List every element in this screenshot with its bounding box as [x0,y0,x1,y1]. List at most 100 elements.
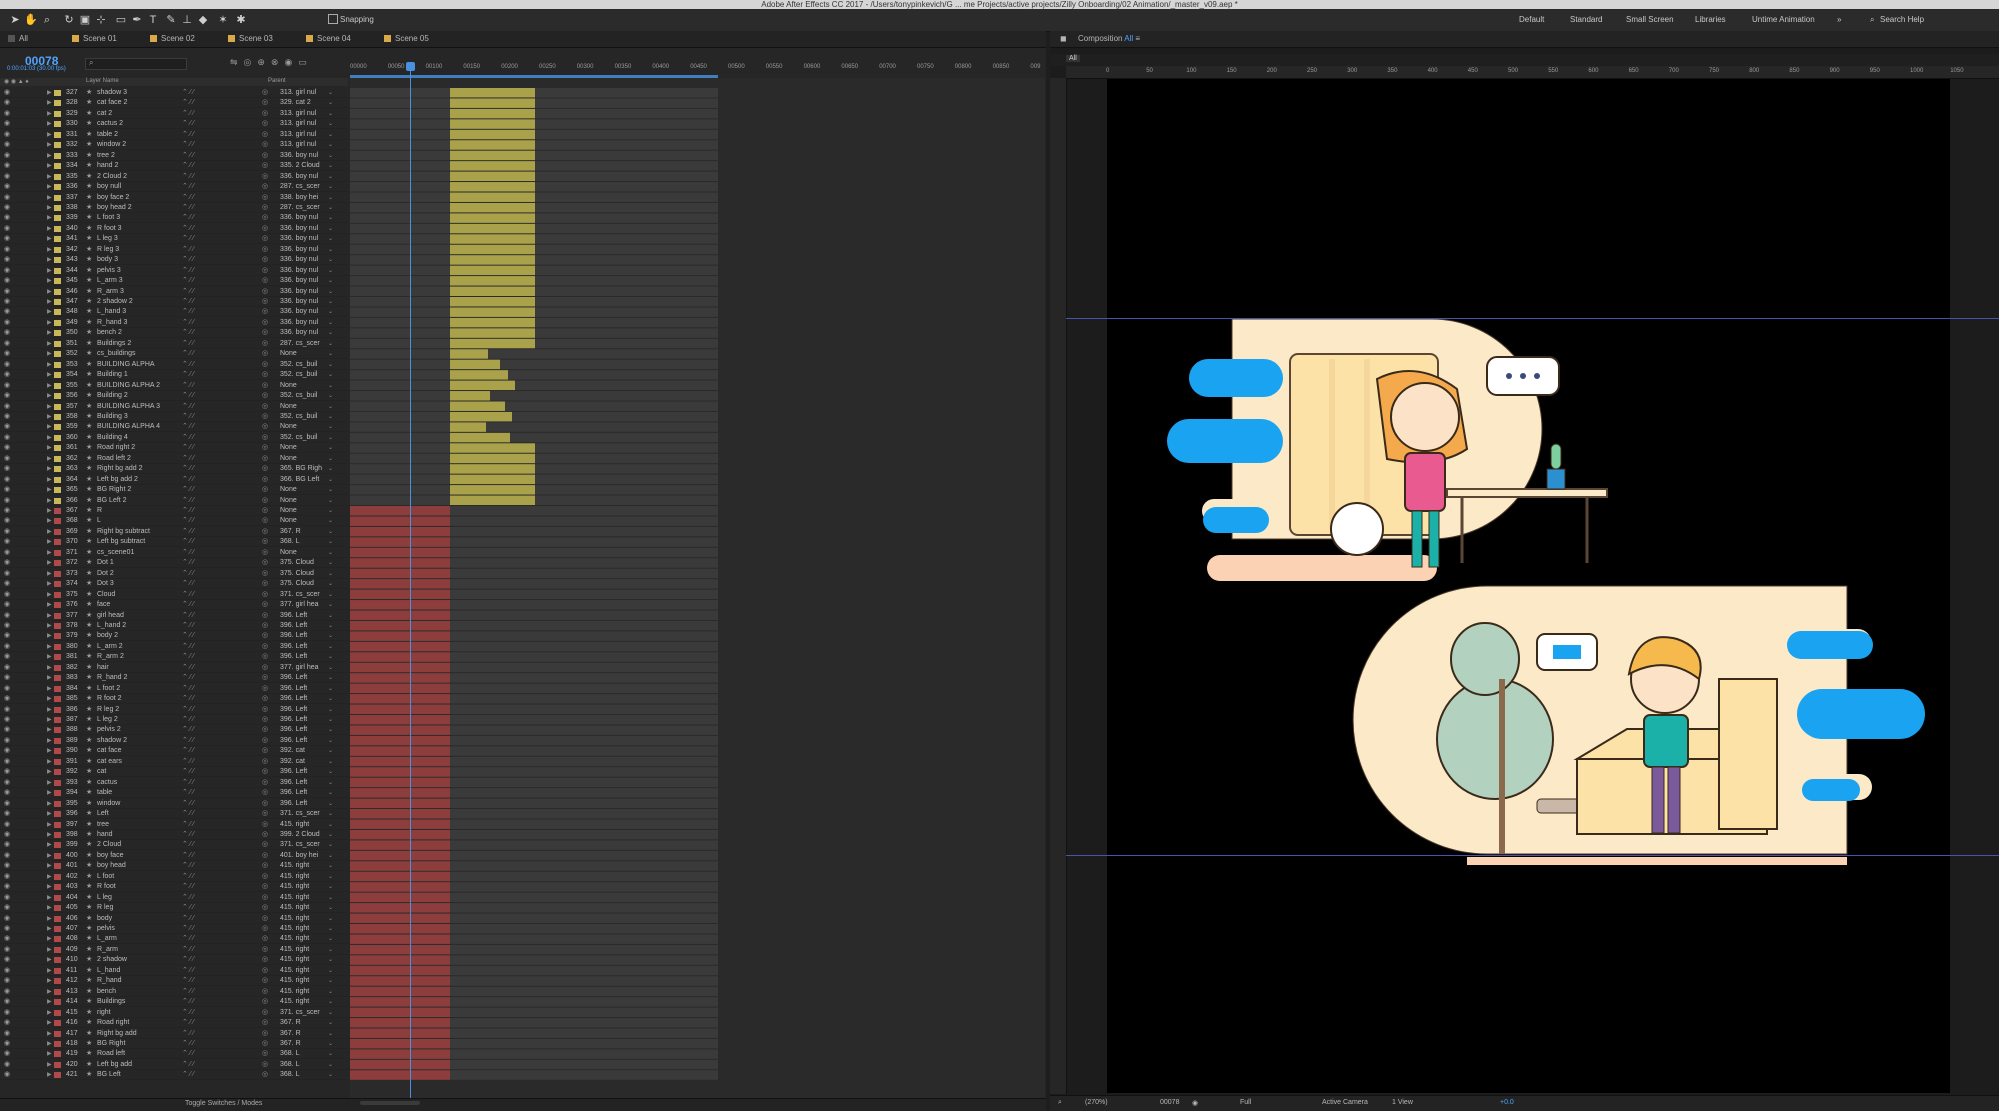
parent-header[interactable]: Parent [268,78,286,84]
visibility-eye-icon[interactable]: ◉ [4,349,10,359]
pick-whip-icon[interactable]: ◎ [262,161,268,171]
expand-triangle-icon[interactable]: ▶ [47,475,52,485]
visibility-eye-icon[interactable]: ◉ [4,705,10,715]
pick-whip-icon[interactable]: ◎ [262,381,268,391]
layer-name[interactable]: Road left [97,1049,182,1059]
layer-switches[interactable]: ⌃ ⁄ ⁄ [182,412,194,422]
chevron-down-icon[interactable]: ⌄ [328,527,333,537]
visibility-eye-icon[interactable]: ◉ [4,1060,10,1070]
visibility-eye-icon[interactable]: ◉ [4,287,10,297]
label-color-swatch[interactable] [54,1051,61,1058]
pick-whip-icon[interactable]: ◎ [262,945,268,955]
layer-row[interactable]: ◉ ▶ 401 ★ boy head ⌃ ⁄ ⁄ ◎ 415. right ⌄ [0,861,348,872]
expand-triangle-icon[interactable]: ▶ [47,809,52,819]
chevron-down-icon[interactable]: ⌄ [328,694,333,704]
visibility-eye-icon[interactable]: ◉ [4,934,10,944]
expand-triangle-icon[interactable]: ▶ [47,130,52,140]
expand-triangle-icon[interactable]: ▶ [47,203,52,213]
label-color-swatch[interactable] [54,915,61,922]
layer-name[interactable]: cat face [97,746,182,756]
resolution-select[interactable]: Full [1240,1099,1251,1106]
label-color-swatch[interactable] [54,602,61,609]
chevron-down-icon[interactable]: ⌄ [328,339,333,349]
layer-row[interactable]: ◉ ▶ 364 ★ Left bg add 2 ⌃ ⁄ ⁄ ◎ 366. BG Left ⌄ [0,475,348,485]
layer-switches[interactable]: ⌃ ⁄ ⁄ [182,924,194,934]
label-color-swatch[interactable] [54,173,61,180]
horizontal-guide[interactable] [1066,855,1999,856]
visibility-eye-icon[interactable]: ◉ [4,872,10,882]
layer-name[interactable]: BUILDING ALPHA 3 [97,402,182,412]
visibility-eye-icon[interactable]: ◉ [4,496,10,506]
pick-whip-icon[interactable]: ◎ [262,276,268,286]
visibility-eye-icon[interactable]: ◉ [4,130,10,140]
pick-whip-icon[interactable]: ◎ [262,705,268,715]
pick-whip-icon[interactable]: ◎ [262,297,268,307]
pick-whip-icon[interactable]: ◎ [262,349,268,359]
pick-whip-icon[interactable]: ◎ [262,820,268,830]
layer-switches[interactable]: ⌃ ⁄ ⁄ [182,600,194,610]
chevron-down-icon[interactable]: ⌄ [328,579,333,589]
visibility-eye-icon[interactable]: ◉ [4,161,10,171]
layer-name[interactable]: cs_scene01 [97,548,182,558]
chevron-down-icon[interactable]: ⌄ [328,245,333,255]
expand-triangle-icon[interactable]: ▶ [47,705,52,715]
pick-whip-icon[interactable]: ◎ [262,328,268,338]
layer-name[interactable]: R_arm 2 [97,652,182,662]
visibility-eye-icon[interactable]: ◉ [4,464,10,474]
current-time-indicator[interactable] [410,62,411,1098]
layer-row[interactable]: ◉ ▶ 399 ★ 2 Cloud ⌃ ⁄ ⁄ ◎ 371. cs_scer ⌄ [0,840,348,851]
visibility-eye-icon[interactable]: ◉ [4,234,10,244]
pick-whip-icon[interactable]: ◎ [262,151,268,161]
layer-switches[interactable]: ⌃ ⁄ ⁄ [182,945,194,955]
layer-name[interactable]: tree [97,820,182,830]
layer-switches[interactable]: ⌃ ⁄ ⁄ [182,809,194,819]
layer-switches[interactable]: ⌃ ⁄ ⁄ [182,997,194,1007]
chevron-down-icon[interactable]: ⌄ [328,506,333,516]
chevron-down-icon[interactable]: ⌄ [328,642,333,652]
visibility-eye-icon[interactable]: ◉ [4,997,10,1007]
chevron-down-icon[interactable]: ⌄ [328,924,333,934]
pick-whip-icon[interactable]: ◎ [262,130,268,140]
expand-triangle-icon[interactable]: ▶ [47,945,52,955]
layer-name[interactable]: face [97,600,182,610]
layer-name[interactable]: BG Right 2 [97,485,182,495]
visibility-eye-icon[interactable]: ◉ [4,1008,10,1018]
chevron-down-icon[interactable]: ⌄ [328,861,333,871]
label-color-swatch[interactable] [54,727,61,734]
layer-row[interactable]: ◉ ▶ 365 ★ BG Right 2 ⌃ ⁄ ⁄ ◎ None ⌄ [0,485,348,496]
chevron-down-icon[interactable]: ⌄ [328,454,333,464]
layer-row[interactable]: ◉ ▶ 346 ★ R_arm 3 ⌃ ⁄ ⁄ ◎ 336. boy nul ⌄ [0,287,348,297]
visibility-eye-icon[interactable]: ◉ [4,684,10,694]
layer-row[interactable]: ◉ ▶ 327 ★ shadow 3 ⌃ ⁄ ⁄ ◎ 313. girl nul ⌄ [0,88,348,98]
label-color-swatch[interactable] [54,476,61,483]
visibility-eye-icon[interactable]: ◉ [4,98,10,108]
expand-triangle-icon[interactable]: ▶ [47,673,52,683]
layer-name[interactable]: cat face 2 [97,98,182,108]
expand-triangle-icon[interactable]: ▶ [47,172,52,182]
expand-triangle-icon[interactable]: ▶ [47,715,52,725]
pick-whip-icon[interactable]: ◎ [262,516,268,526]
visibility-eye-icon[interactable]: ◉ [4,475,10,485]
layer-switches[interactable]: ⌃ ⁄ ⁄ [182,475,194,485]
visibility-eye-icon[interactable]: ◉ [4,276,10,286]
chevron-down-icon[interactable]: ⌄ [328,548,333,558]
visibility-eye-icon[interactable]: ◉ [4,433,10,443]
layer-switches[interactable]: ⌃ ⁄ ⁄ [182,987,194,997]
chevron-down-icon[interactable]: ⌄ [328,1070,333,1080]
label-color-swatch[interactable] [54,1030,61,1037]
label-color-swatch[interactable] [54,299,61,305]
layer-row[interactable]: ◉ ▶ 415 ★ right ⌃ ⁄ ⁄ ◎ 371. cs_scer ⌄ [0,1008,348,1018]
pick-whip-icon[interactable]: ◎ [262,98,268,108]
layer-name[interactable]: Dot 3 [97,579,182,589]
layer-name[interactable]: Dot 1 [97,558,182,568]
pick-whip-icon[interactable]: ◎ [262,1070,268,1080]
visibility-eye-icon[interactable]: ◉ [4,569,10,579]
layer-switches[interactable]: ⌃ ⁄ ⁄ [182,955,194,965]
layer-row[interactable]: ◉ ▶ 395 ★ window ⌃ ⁄ ⁄ ◎ 396. Left ⌄ [0,799,348,809]
expand-triangle-icon[interactable]: ▶ [47,140,52,150]
chevron-down-icon[interactable]: ⌄ [328,297,333,307]
layer-switches[interactable]: ⌃ ⁄ ⁄ [182,172,194,182]
visibility-eye-icon[interactable]: ◉ [4,151,10,161]
visibility-eye-icon[interactable]: ◉ [4,1070,10,1080]
visibility-eye-icon[interactable]: ◉ [4,725,10,735]
